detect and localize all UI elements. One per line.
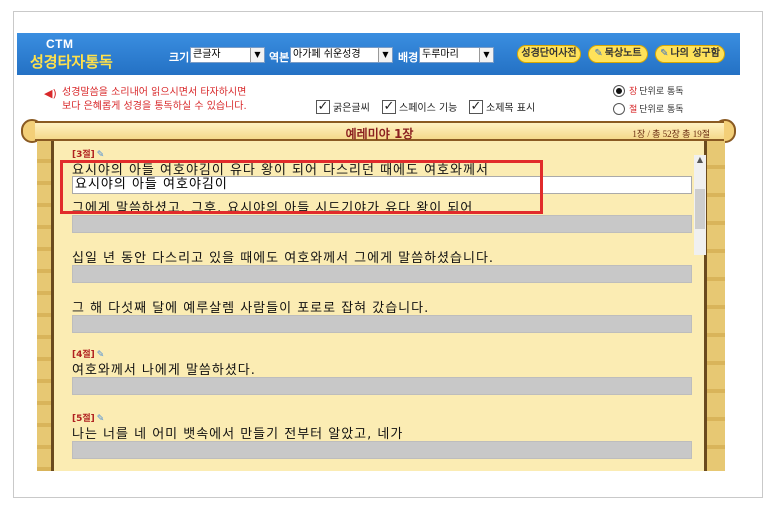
bold-checkbox[interactable]: ✓ 굵은글씨 bbox=[316, 99, 370, 114]
highlight-box bbox=[60, 160, 543, 214]
info-row: ◀) 성경말씀을 소리내어 읽으시면서 타자하시면 보다 은혜롭게 성경을 통독… bbox=[17, 75, 740, 121]
scroll-top-roll: 예레미야 1장 1장 / 총 52장 총 19절 bbox=[35, 121, 724, 141]
chevron-down-icon[interactable]: ▼ bbox=[378, 48, 392, 62]
dictionary-button[interactable]: 성경단어사전 bbox=[517, 45, 581, 63]
version-select[interactable]: 아가페 쉬운성경 ▼ bbox=[290, 47, 393, 63]
info-line-1: 성경말씀을 소리내어 읽으시면서 타자하시면 bbox=[62, 87, 247, 98]
logo-ctm: CTM bbox=[46, 37, 74, 51]
radio-verse[interactable]: 절 단위로 통독 bbox=[613, 102, 684, 115]
bg-select-value: 두루마리 bbox=[422, 49, 459, 60]
version-label: 역본 bbox=[269, 51, 290, 64]
logo-title: 성경타자통독 bbox=[30, 53, 113, 71]
chevron-down-icon[interactable]: ▼ bbox=[250, 48, 264, 62]
info-line-2: 보다 은혜롭게 성경을 통독하실 수 있습니다. bbox=[62, 101, 247, 112]
verse-line: 여호와께서 나에게 말씀하셨다. bbox=[72, 363, 256, 378]
verse-line: 그 해 다섯째 달에 예루살렘 사람들이 포로로 잡혀 갔습니다. bbox=[72, 301, 430, 316]
radio-selected-icon[interactable] bbox=[613, 84, 625, 97]
pencil-icon: ✎ bbox=[660, 48, 669, 59]
radio-verse-accent: 절 bbox=[629, 105, 638, 115]
radio-unselected-icon[interactable] bbox=[613, 102, 625, 115]
space-checkbox[interactable]: ✓ 스페이스 기능 bbox=[382, 99, 457, 114]
chapter-meta: 1장 / 총 52장 총 19절 bbox=[632, 129, 710, 139]
scroll-edge-right bbox=[707, 141, 725, 471]
radio-chapter-accent: 장 bbox=[629, 87, 638, 97]
typing-input[interactable] bbox=[72, 441, 692, 459]
subtitle-checkbox-label: 소제목 표시 bbox=[486, 103, 536, 114]
bg-select[interactable]: 두루마리 ▼ bbox=[419, 47, 494, 63]
radio-chapter[interactable]: 장 단위로 통독 bbox=[613, 84, 684, 97]
size-label: 크기 bbox=[169, 51, 190, 64]
note-button[interactable]: ✎ 묵상노트 bbox=[588, 45, 648, 63]
subtitle-checkbox[interactable]: ✓ 소제목 표시 bbox=[469, 99, 535, 114]
chevron-up-icon[interactable]: ▲ bbox=[694, 155, 706, 167]
checkbox-checked-icon[interactable]: ✓ bbox=[469, 99, 483, 114]
scrollbar-thumb[interactable] bbox=[695, 189, 705, 229]
chapter-title: 예레미야 1장 bbox=[345, 127, 414, 141]
size-select[interactable]: 큰글자 ▼ bbox=[190, 47, 265, 63]
note-button-label: 묵상노트 bbox=[604, 48, 642, 59]
header-bar: CTM 성경타자통독 크기 큰글자 ▼ 역본 아가페 쉬운성경 ▼ 배경 두루마… bbox=[17, 33, 740, 75]
bg-label: 배경 bbox=[398, 51, 419, 64]
checkbox-checked-icon[interactable]: ✓ bbox=[382, 99, 396, 114]
speaker-icon: ◀) bbox=[44, 87, 57, 100]
verse-line: 나는 너를 네 어미 뱃속에서 만들기 전부터 알았고, 네가 bbox=[72, 427, 404, 442]
typing-input[interactable] bbox=[72, 315, 692, 333]
chevron-down-icon[interactable]: ▼ bbox=[479, 48, 493, 62]
vertical-scrollbar[interactable]: ▲ bbox=[694, 155, 706, 255]
info-text: 성경말씀을 소리내어 읽으시면서 타자하시면 보다 은혜롭게 성경을 통독하실 … bbox=[62, 86, 247, 114]
radio-verse-label: 단위로 통독 bbox=[639, 105, 684, 115]
verse-line: 십일 년 동안 다스리고 있을 때에도 여호와께서 그에게 말씀하셨습니다. bbox=[72, 251, 495, 266]
my-verses-button-label: 나의 성구함 bbox=[670, 48, 720, 59]
version-select-value: 아가페 쉬운성경 bbox=[293, 49, 361, 60]
checkbox-checked-icon[interactable]: ✓ bbox=[316, 99, 330, 114]
my-verses-button[interactable]: ✎ 나의 성구함 bbox=[655, 45, 725, 63]
radio-chapter-label: 단위로 통독 bbox=[639, 87, 684, 97]
typing-input[interactable] bbox=[72, 377, 692, 395]
pencil-icon: ✎ bbox=[594, 48, 603, 59]
space-checkbox-label: 스페이스 기능 bbox=[399, 103, 458, 114]
size-select-value: 큰글자 bbox=[193, 49, 221, 60]
typing-input[interactable] bbox=[72, 265, 692, 283]
app: CTM 성경타자통독 크기 큰글자 ▼ 역본 아가페 쉬운성경 ▼ 배경 두루마… bbox=[17, 33, 740, 471]
bold-checkbox-label: 굵은글씨 bbox=[333, 103, 370, 114]
typing-input[interactable] bbox=[72, 215, 692, 233]
